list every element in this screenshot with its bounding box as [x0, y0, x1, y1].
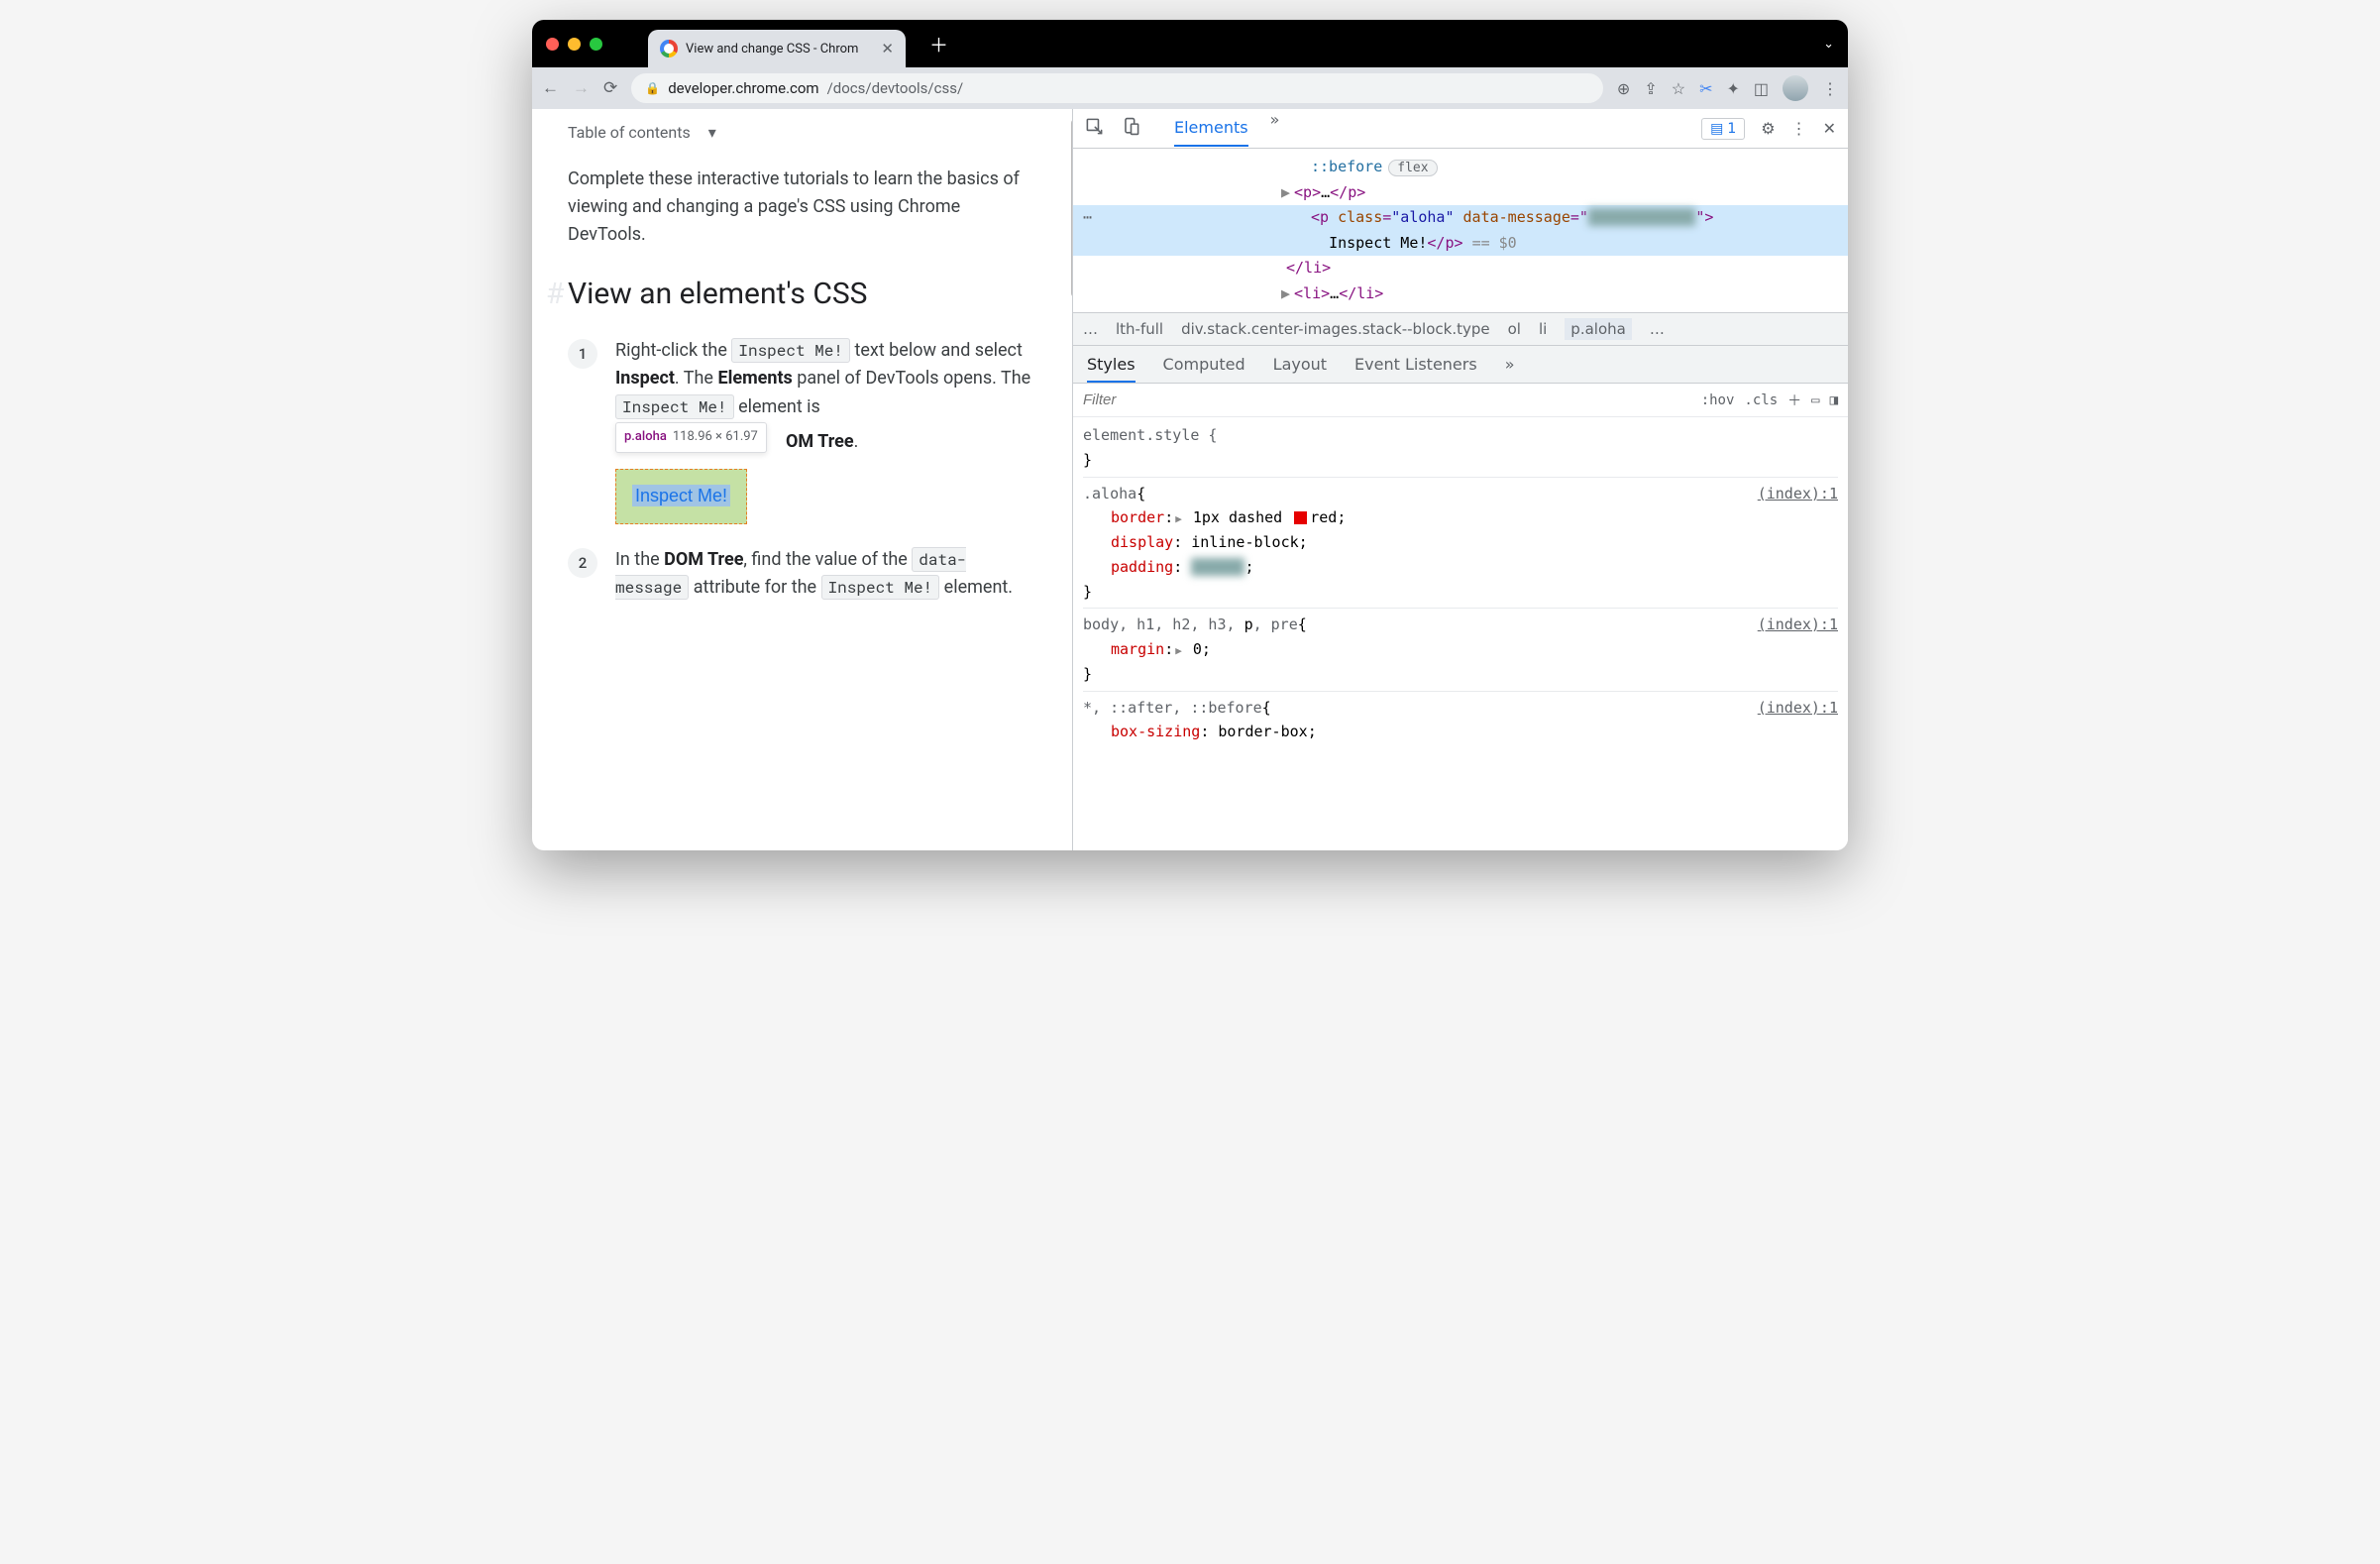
url-path: /docs/devtools/css/ [827, 79, 964, 97]
intro-paragraph: Complete these interactive tutorials to … [568, 166, 1036, 249]
scissors-icon[interactable]: ✂ [1699, 79, 1712, 98]
more-tabs-icon[interactable]: » [1270, 110, 1280, 147]
crumb-item[interactable]: li [1539, 320, 1547, 338]
rule-body: body, h1, h2, h3, p, pre {(index):1 marg… [1083, 609, 1838, 691]
url-domain: developer.chrome.com [668, 79, 818, 97]
minimize-window-icon[interactable] [568, 38, 581, 51]
toc-toggle[interactable]: Table of contents ▾ [568, 123, 1036, 142]
tooltip-dimensions: 118.96 × 61.97 [673, 427, 758, 448]
styles-filter-row: :hov .cls ＋ ▭ ◨ [1073, 384, 1848, 417]
crumb-item[interactable]: lth-full [1116, 320, 1163, 338]
source-link[interactable]: (index):1 [1758, 613, 1838, 637]
crumb-item[interactable]: ol [1508, 320, 1521, 338]
new-rule-button[interactable]: ＋ [1787, 391, 1801, 410]
breadcrumb[interactable]: … lth-full div.stack.center-images.stack… [1073, 312, 1848, 346]
tooltip-selector: p.aloha [624, 427, 667, 448]
issue-count: 1 [1727, 121, 1736, 137]
color-swatch-icon[interactable] [1294, 511, 1307, 524]
devtools-tabs: Elements » [1174, 110, 1279, 147]
step-body: In the DOM Tree, find the value of the d… [615, 546, 1036, 604]
scrollbar[interactable] [1071, 119, 1072, 297]
tab-computed[interactable]: Computed [1163, 355, 1245, 374]
section-heading: View an element's CSS [568, 277, 1036, 311]
content-area: Table of contents ▾ Complete these inter… [532, 109, 1848, 850]
maximize-window-icon[interactable] [590, 38, 602, 51]
kebab-menu-icon[interactable]: ⋮ [1791, 119, 1807, 138]
inspect-tooltip: p.aloha 118.96 × 61.97 [615, 422, 767, 453]
zoom-icon[interactable]: ⊕ [1617, 79, 1630, 98]
cls-toggle[interactable]: .cls [1744, 392, 1778, 408]
step-2: 2 In the DOM Tree, find the value of the… [568, 546, 1036, 604]
address-bar[interactable]: 🔒 developer.chrome.com/docs/devtools/css… [631, 73, 1603, 103]
hov-toggle[interactable]: :hov [1701, 392, 1735, 408]
close-window-icon[interactable] [546, 38, 559, 51]
rule-aloha: .aloha {(index):1 border:▶ 1px dashed re… [1083, 478, 1838, 610]
step-1: 1 Right-click the Inspect Me! text below… [568, 337, 1036, 524]
chrome-favicon-icon [660, 40, 678, 57]
code-inspect-me-3: Inspect Me! [821, 575, 940, 600]
browser-tab[interactable]: View and change CSS - Chrom ✕ [648, 30, 906, 67]
code-inspect-me: Inspect Me! [731, 338, 850, 363]
browser-toolbar: ← → ⟳ 🔒 developer.chrome.com/docs/devtoo… [532, 67, 1848, 109]
sidebar-toggle-icon[interactable]: ◨ [1830, 392, 1838, 408]
inspect-element-icon[interactable] [1085, 117, 1104, 140]
filter-input[interactable] [1083, 391, 1691, 408]
source-link[interactable]: (index):1 [1758, 482, 1838, 506]
step-number: 2 [568, 548, 597, 578]
chevron-down-icon: ▾ [708, 123, 716, 142]
tabs-menu-icon[interactable]: ⌄ [1823, 37, 1834, 52]
toolbar-right: ⊕ ⇪ ☆ ✂ ✦ ◫ ⋮ [1617, 75, 1838, 101]
sidepanel-icon[interactable]: ◫ [1754, 79, 1769, 98]
close-tab-icon[interactable]: ✕ [881, 40, 894, 57]
selected-dom-node[interactable]: <p class="aloha" data-message=" "> Inspe… [1073, 205, 1848, 256]
blurred-value [1588, 208, 1695, 226]
new-tab-button[interactable]: ＋ [929, 31, 948, 57]
crumb-ellipsis[interactable]: … [1650, 320, 1665, 338]
device-toolbar-icon[interactable] [1122, 117, 1140, 140]
source-link[interactable]: (index):1 [1758, 696, 1838, 721]
more-subtabs-icon[interactable]: » [1505, 355, 1515, 374]
inspect-me-element[interactable]: Inspect Me! [615, 469, 747, 524]
menu-icon[interactable]: ⋮ [1822, 79, 1838, 98]
rule-element-style: element.style { } [1083, 419, 1838, 478]
rule-universal: *, ::after, ::before {(index):1 box-sizi… [1083, 692, 1838, 749]
issues-badge[interactable]: ▤ 1 [1701, 118, 1745, 140]
paint-icon[interactable]: ▭ [1811, 392, 1819, 408]
crumb-ellipsis[interactable]: … [1083, 320, 1098, 338]
devtools-toolbar: Elements » ▤ 1 ⚙ ⋮ ✕ [1073, 109, 1848, 149]
back-button[interactable]: ← [542, 78, 559, 98]
step-body: Right-click the Inspect Me! text below a… [615, 337, 1036, 524]
dom-tree[interactable]: ::beforeflex ▶<p>…</p> <p class="aloha" … [1073, 149, 1848, 312]
bookmark-icon[interactable]: ☆ [1672, 79, 1685, 98]
tab-styles[interactable]: Styles [1087, 355, 1136, 383]
toc-label: Table of contents [568, 123, 691, 142]
settings-icon[interactable]: ⚙ [1761, 119, 1775, 138]
chat-icon: ▤ [1710, 121, 1723, 137]
title-bar: View and change CSS - Chrom ✕ ＋ ⌄ [532, 20, 1848, 67]
inspect-me-text: Inspect Me! [632, 485, 730, 506]
extensions-icon[interactable]: ✦ [1726, 79, 1739, 98]
step-number: 1 [568, 339, 597, 369]
styles-tabs: Styles Computed Layout Event Listeners » [1073, 346, 1848, 384]
blurred-value [1191, 558, 1244, 576]
profile-avatar[interactable] [1783, 75, 1808, 101]
flex-badge[interactable]: flex [1388, 160, 1437, 176]
code-inspect-me-2: Inspect Me! [615, 394, 734, 419]
reload-button[interactable]: ⟳ [603, 78, 617, 98]
lock-icon: 🔒 [645, 81, 660, 95]
browser-window: View and change CSS - Chrom ✕ ＋ ⌄ ← → ⟳ … [532, 20, 1848, 850]
close-devtools-icon[interactable]: ✕ [1823, 119, 1836, 138]
tab-elements[interactable]: Elements [1174, 110, 1248, 147]
crumb-item[interactable]: div.stack.center-images.stack--block.typ… [1181, 320, 1490, 338]
tab-layout[interactable]: Layout [1273, 355, 1327, 374]
tab-event-listeners[interactable]: Event Listeners [1354, 355, 1477, 374]
styles-panel[interactable]: element.style { } .aloha {(index):1 bord… [1073, 417, 1848, 850]
forward-button: → [573, 78, 590, 98]
share-icon[interactable]: ⇪ [1644, 79, 1657, 98]
devtools-panel: Elements » ▤ 1 ⚙ ⋮ ✕ ::beforeflex ▶<p>…<… [1072, 109, 1848, 850]
crumb-active[interactable]: p.aloha [1565, 318, 1632, 340]
tab-title: View and change CSS - Chrom [686, 42, 873, 56]
web-page: Table of contents ▾ Complete these inter… [532, 109, 1072, 850]
traffic-lights [546, 38, 602, 51]
